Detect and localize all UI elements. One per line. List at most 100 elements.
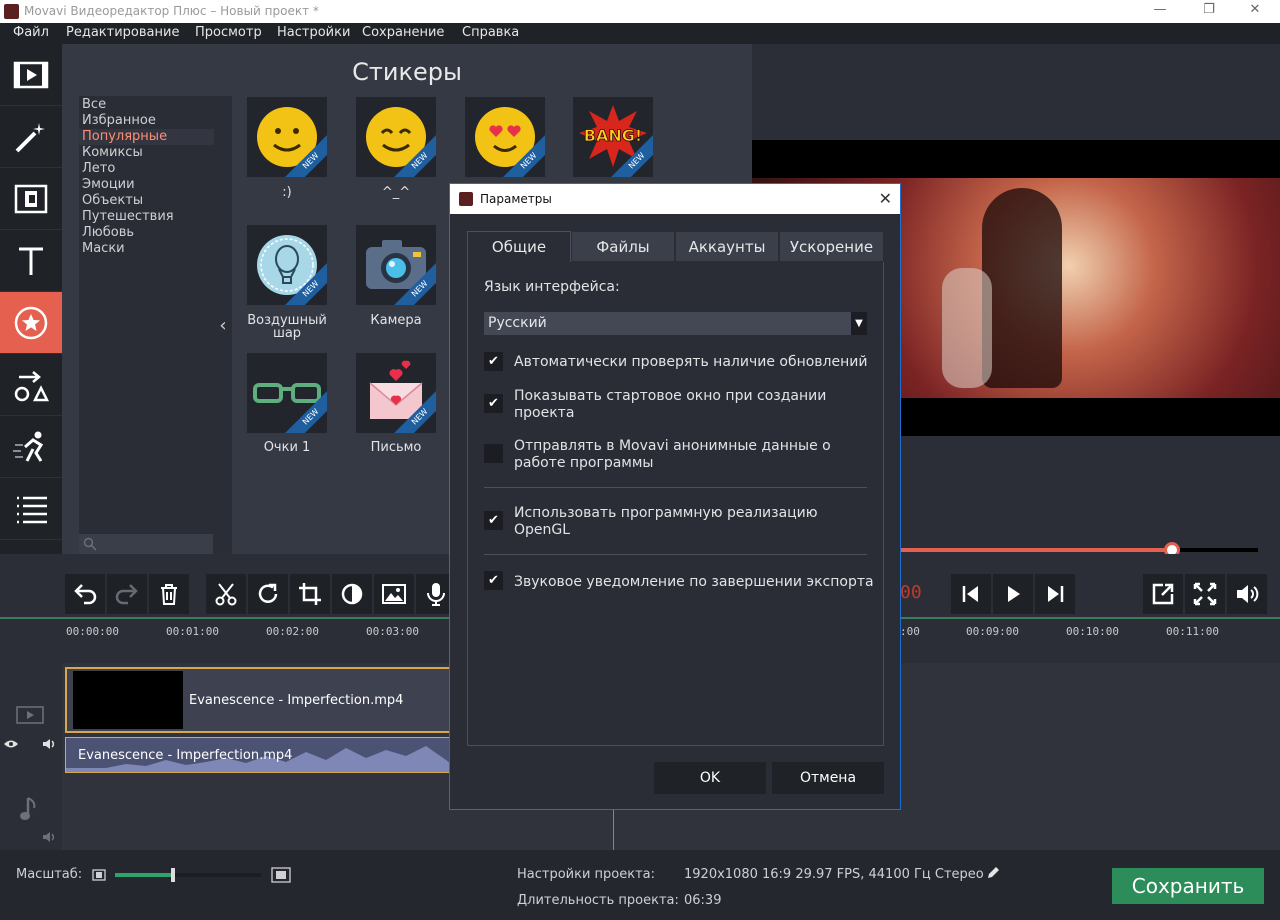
- speaker-icon[interactable]: [42, 738, 58, 750]
- stickers-title: Стикеры: [352, 58, 462, 86]
- dialog-close-button[interactable]: ✕: [879, 189, 892, 208]
- anonymous-data-checkbox[interactable]: [484, 444, 503, 463]
- sticker-glasses[interactable]: NEW: [247, 353, 327, 433]
- sticker-search-input[interactable]: ✕: [79, 534, 229, 554]
- opengl-checkbox[interactable]: ✔: [484, 511, 503, 530]
- menu-view[interactable]: Просмотр: [195, 25, 262, 40]
- image-overlay-button[interactable]: [374, 574, 414, 614]
- pencil-icon[interactable]: [986, 866, 1000, 880]
- color-adjust-button[interactable]: [332, 574, 372, 614]
- tab-general[interactable]: Общие: [467, 231, 571, 262]
- volume-button[interactable]: [1227, 574, 1267, 614]
- language-select[interactable]: Русский ▼: [484, 312, 867, 335]
- tab-files[interactable]: Файлы: [571, 231, 675, 262]
- zoom-in-icon[interactable]: [271, 867, 291, 883]
- close-window-button[interactable]: ✕: [1235, 2, 1275, 22]
- menu-settings[interactable]: Настройки: [277, 25, 350, 40]
- category-favorites[interactable]: Избранное: [79, 113, 214, 129]
- speaker-icon[interactable]: [42, 831, 58, 843]
- import-tool-button[interactable]: [0, 44, 62, 106]
- detach-player-button[interactable]: [1143, 574, 1183, 614]
- category-objects[interactable]: Объекты: [79, 193, 214, 209]
- bang-text: BANG!: [584, 126, 642, 145]
- list-icon: [17, 496, 47, 523]
- stickers-tool-button[interactable]: [0, 292, 62, 354]
- category-summer[interactable]: Лето: [79, 161, 214, 177]
- settings-dialog: Параметры ✕ Общие Файлы Аккаунты Ускорен…: [449, 183, 901, 810]
- menu-save[interactable]: Сохранение: [362, 25, 444, 40]
- filters-tool-button[interactable]: [0, 106, 62, 168]
- video-track-icon: [16, 706, 44, 724]
- text-icon: [19, 247, 43, 275]
- fullscreen-button[interactable]: [1185, 574, 1225, 614]
- category-travel[interactable]: Путешествия: [79, 209, 214, 225]
- tab-accounts[interactable]: Аккаунты: [675, 231, 779, 262]
- delete-button[interactable]: [149, 574, 189, 614]
- tab-acceleration[interactable]: Ускорение: [779, 231, 884, 262]
- menu-edit[interactable]: Редактирование: [66, 25, 179, 40]
- startup-window-label: Показывать стартовое окно при создании п…: [514, 388, 827, 421]
- fullscreen-icon: [1193, 582, 1217, 606]
- category-popular[interactable]: Популярные: [79, 129, 214, 145]
- undo-button[interactable]: [65, 574, 105, 614]
- minimize-button[interactable]: —: [1140, 2, 1180, 22]
- sticker-heart-eyes[interactable]: NEW: [465, 97, 545, 177]
- category-masks[interactable]: Маски: [79, 241, 214, 257]
- menu-file[interactable]: Файл: [13, 25, 49, 40]
- opengl-label: Использовать программную реализацию Open…: [514, 505, 818, 538]
- maximize-button[interactable]: ❐: [1189, 2, 1229, 22]
- cancel-button[interactable]: Отмена: [772, 762, 884, 794]
- audio-clip[interactable]: Evanescence - Imperfection.mp4: [65, 737, 455, 773]
- ok-button[interactable]: OK: [654, 762, 766, 794]
- collapse-panel-button[interactable]: ‹: [214, 96, 232, 554]
- rotate-button[interactable]: [248, 574, 288, 614]
- left-toolbar: [0, 44, 62, 554]
- titles-tool-button[interactable]: [0, 230, 62, 292]
- next-frame-button[interactable]: [1035, 574, 1075, 614]
- auto-update-checkbox[interactable]: ✔: [484, 352, 503, 371]
- ruler-tick: 00:10:00: [1066, 625, 1119, 638]
- clip-thumbnail: [73, 671, 183, 729]
- sticker-bang[interactable]: BANG! NEW: [573, 97, 653, 177]
- redo-button[interactable]: [107, 574, 147, 614]
- video-clip[interactable]: Evanescence - Imperfection.mp4: [65, 667, 455, 733]
- sticker-camera[interactable]: NEW: [356, 225, 436, 305]
- sticker-label: Письмо: [370, 440, 422, 455]
- zoom-label: Масштаб:: [16, 867, 83, 882]
- clip-filter-icon: [14, 184, 48, 213]
- clip-name: Evanescence - Imperfection.mp4: [78, 748, 293, 763]
- duration-label: Длительность проекта:: [517, 893, 679, 908]
- video-import-icon: [13, 61, 49, 88]
- sticker-label: Очки 1: [263, 440, 311, 455]
- callouts-tool-button[interactable]: [0, 354, 62, 416]
- eye-icon[interactable]: [3, 738, 19, 750]
- previous-frame-button[interactable]: [951, 574, 991, 614]
- ruler-tick: 00:09:00: [966, 625, 1019, 638]
- transitions-tool-button[interactable]: [0, 168, 62, 230]
- zoom-slider[interactable]: [115, 868, 261, 882]
- redo-icon: [115, 584, 138, 605]
- play-button[interactable]: [993, 574, 1033, 614]
- category-comics[interactable]: Комиксы: [79, 145, 214, 161]
- sticker-happy[interactable]: NEW: [356, 97, 436, 177]
- sticker-letter[interactable]: NEW: [356, 353, 436, 433]
- category-all[interactable]: Все: [79, 97, 214, 113]
- category-love[interactable]: Любовь: [79, 225, 214, 241]
- motion-tool-button[interactable]: [0, 416, 62, 478]
- menu-help[interactable]: Справка: [462, 25, 519, 40]
- save-button[interactable]: Сохранить: [1112, 868, 1264, 904]
- track-headers: [0, 663, 62, 850]
- sticker-smile[interactable]: NEW: [247, 97, 327, 177]
- sticker-label: :): [282, 185, 292, 200]
- crop-button[interactable]: [290, 574, 330, 614]
- zoom-slider-handle[interactable]: [171, 868, 176, 882]
- project-settings-value: 1920x1080 16:9 29.97 FPS, 44100 Гц Стере…: [684, 867, 984, 882]
- sticker-balloon[interactable]: NEW: [247, 225, 327, 305]
- category-emotions[interactable]: Эмоции: [79, 177, 214, 193]
- seek-bar[interactable]: [900, 542, 1258, 558]
- more-tools-button[interactable]: [0, 478, 62, 540]
- export-sound-checkbox[interactable]: ✔: [484, 571, 503, 590]
- startup-window-checkbox[interactable]: ✔: [484, 394, 503, 413]
- cut-button[interactable]: [206, 574, 246, 614]
- zoom-out-icon[interactable]: [92, 869, 106, 881]
